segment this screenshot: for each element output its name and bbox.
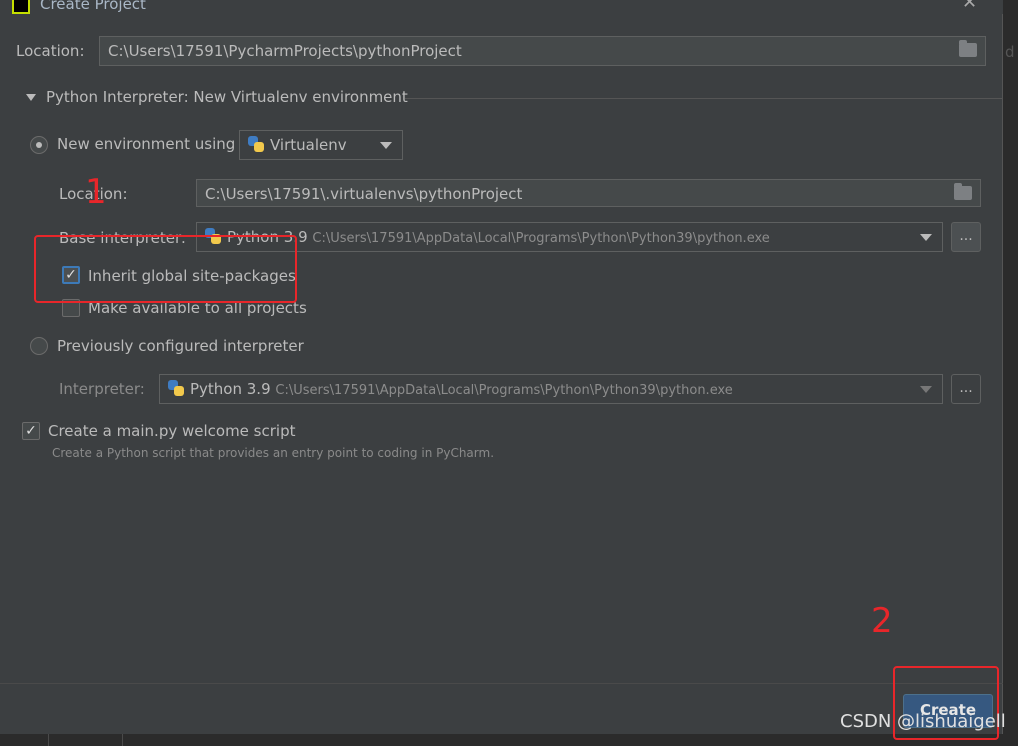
annotation-number-1: 1 <box>85 172 107 212</box>
base-interpreter-select[interactable]: Python 3.9 C:\Users\17591\AppData\Local\… <box>196 222 943 252</box>
environment-tool-select[interactable]: Virtualenv <box>239 130 403 160</box>
venv-location-input[interactable]: C:\Users\17591\.virtualenvs\pythonProjec… <box>196 179 981 207</box>
annotation-box-1 <box>34 235 297 303</box>
background-bottom <box>0 734 1018 746</box>
folder-icon[interactable] <box>959 40 977 57</box>
previous-interpreter-label: Previously configured interpreter <box>57 337 304 355</box>
python-icon <box>168 380 184 396</box>
annotation-number-2: 2 <box>871 601 893 641</box>
background-divider <box>122 734 123 746</box>
welcome-script-hint: Create a Python script that provides an … <box>52 446 495 460</box>
previous-interpreter-select: Python 3.9 C:\Users\17591\AppData\Local\… <box>159 374 943 404</box>
welcome-script-label: Create a main.py welcome script <box>48 422 296 440</box>
folder-icon[interactable] <box>954 183 972 200</box>
interpreter-section-toggle[interactable]: Python Interpreter: New Virtualenv envir… <box>26 88 408 106</box>
triangle-down-icon <box>26 94 36 101</box>
dialog-title: Create Project <box>40 0 146 13</box>
location-label: Location: <box>16 42 85 60</box>
chevron-down-icon <box>920 234 932 241</box>
title-bar: Create Project ✕ <box>0 0 1003 14</box>
previous-interpreter-browse-button: ... <box>951 374 981 404</box>
close-icon[interactable]: ✕ <box>962 0 977 13</box>
footer-divider <box>0 683 1003 684</box>
python-icon <box>248 136 264 152</box>
base-interpreter-path: C:\Users\17591\AppData\Local\Programs\Py… <box>312 231 770 246</box>
interpreter-label: Interpreter: <box>59 380 145 398</box>
base-interpreter-browse-button[interactable]: ... <box>951 222 981 252</box>
previous-interpreter-path: C:\Users\17591\AppData\Local\Programs\Py… <box>275 383 733 398</box>
new-environment-label: New environment using <box>57 135 236 153</box>
chevron-down-icon <box>920 386 932 393</box>
watermark: CSDN @lishuaigell <box>840 711 1006 732</box>
interpreter-section-header: Python Interpreter: New Virtualenv envir… <box>46 88 408 106</box>
venv-location-value: C:\Users\17591\.virtualenvs\pythonProjec… <box>205 185 523 203</box>
project-location-input[interactable]: C:\Users\17591\PycharmProjects\pythonPro… <box>99 36 986 66</box>
section-divider <box>405 98 1005 99</box>
previous-interpreter-version: Python 3.9 <box>190 380 271 398</box>
background-editor <box>1003 0 1018 746</box>
previous-interpreter-radio[interactable] <box>30 337 48 355</box>
create-project-dialog: Create Project ✕ Location: C:\Users\1759… <box>0 0 1005 734</box>
background-text-fragment: d <box>1005 43 1015 61</box>
new-environment-radio[interactable] <box>30 136 48 154</box>
pycharm-logo-icon <box>12 0 30 14</box>
chevron-down-icon <box>380 142 392 149</box>
environment-tool-value: Virtualenv <box>270 136 347 154</box>
background-divider <box>48 734 49 746</box>
welcome-script-checkbox[interactable]: ✓ <box>22 422 40 440</box>
project-location-value: C:\Users\17591\PycharmProjects\pythonPro… <box>108 42 462 60</box>
